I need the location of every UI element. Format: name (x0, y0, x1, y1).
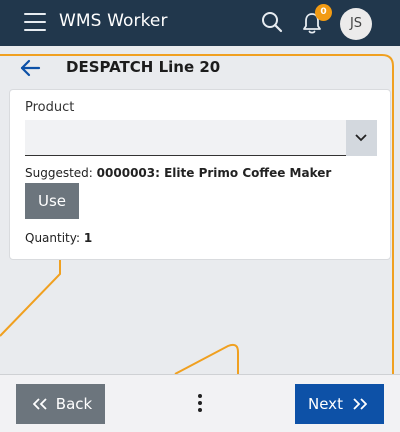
more-options-icon[interactable] (195, 394, 205, 416)
next-button-label: Next (308, 395, 343, 413)
suggested-value: 0000003: Elite Primo Coffee Maker (96, 166, 332, 180)
double-chevron-right-icon (353, 398, 368, 410)
hamburger-menu-icon[interactable] (24, 13, 46, 31)
quantity-label: Quantity: (25, 231, 81, 245)
app-title: WMS Worker (59, 11, 168, 31)
chevron-down-icon (355, 134, 367, 142)
double-chevron-left-icon (32, 398, 47, 410)
product-label: Product (25, 100, 75, 115)
next-button[interactable]: Next (295, 384, 384, 424)
back-button-label: Back (55, 395, 93, 413)
back-button[interactable]: Back (16, 384, 105, 424)
top-app-bar: WMS Worker 0 JS (0, 0, 400, 46)
notification-badge: 0 (315, 4, 332, 21)
quantity-value: 1 (83, 231, 93, 245)
suggested-product: Suggested: 0000003: Elite Primo Coffee M… (25, 166, 331, 180)
product-card: Product Suggested: 0000003: Elite Primo … (9, 89, 391, 260)
dropdown-toggle[interactable] (346, 120, 377, 156)
back-arrow-icon[interactable] (18, 56, 42, 80)
bottom-bar: Back Next (0, 374, 400, 432)
page-title: DESPATCH Line 20 (66, 58, 221, 76)
quantity: Quantity: 1 (25, 231, 92, 245)
search-icon[interactable] (261, 11, 283, 33)
avatar[interactable]: JS (340, 8, 372, 40)
product-select[interactable] (25, 120, 377, 156)
suggested-label: Suggested: (25, 166, 93, 180)
use-button[interactable]: Use (25, 183, 79, 219)
